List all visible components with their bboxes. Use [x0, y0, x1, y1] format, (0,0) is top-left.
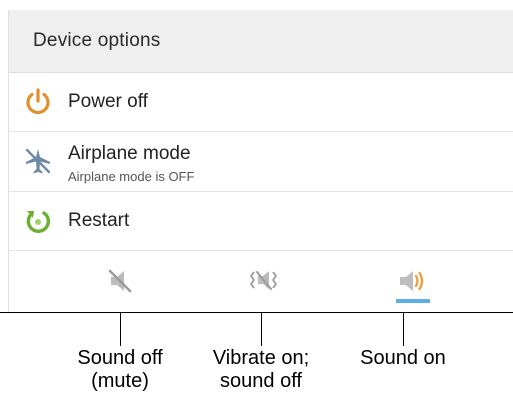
callout-sound-on: Sound on [360, 347, 446, 369]
menu-item-restart[interactable]: Restart [9, 192, 513, 251]
speaker-icon [400, 271, 424, 291]
sound-mode-bar [9, 251, 513, 311]
menu-item-sublabel: Airplane mode is OFF [68, 169, 195, 184]
callout-sound-off: Sound off (mute) [77, 347, 163, 392]
callout-line-mute [120, 313, 121, 346]
vibrate-button[interactable] [233, 259, 293, 303]
mute-icon [108, 269, 132, 293]
menu-item-airplane-mode[interactable]: Airplane mode Airplane mode is OFF [9, 132, 513, 192]
menu-item-label: Power off [68, 91, 148, 112]
menu-item-power-off[interactable]: Power off [9, 73, 513, 132]
callout-line-sound-on [403, 313, 404, 346]
menu-item-label: Restart [68, 210, 130, 231]
selected-indicator [396, 299, 430, 303]
restart-icon [23, 206, 53, 236]
dialog-title: Device options [33, 30, 161, 51]
dialog-bottom-edge [0, 312, 513, 313]
vibrate-icon [250, 271, 277, 290]
sound-on-button[interactable] [382, 259, 442, 303]
sound-off-button[interactable] [91, 259, 151, 303]
dialog-header: Device options [9, 10, 513, 73]
callout-vibrate: Vibrate on; sound off [212, 347, 310, 392]
power-icon [23, 87, 53, 117]
device-options-dialog: Device options Power off Airplane mode A… [8, 10, 513, 312]
callout-line-vibrate [261, 313, 262, 346]
airplane-icon [23, 146, 53, 176]
menu-item-label: Airplane mode [68, 143, 191, 164]
